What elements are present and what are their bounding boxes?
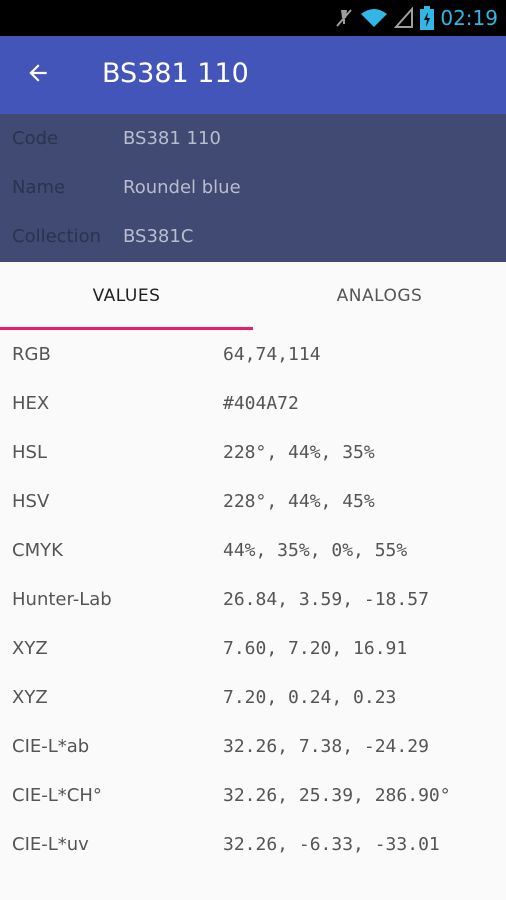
list-item[interactable]: RGB 64,74,114 [0,330,506,379]
value-text: 7.60, 7.20, 16.91 [223,638,408,659]
info-label: Code [12,128,59,149]
status-bar: 02:19 [0,0,506,36]
value-text: 32.26, 7.38, -24.29 [223,736,429,757]
tab-values[interactable]: VALUES [0,262,253,330]
tab-analogs[interactable]: ANALOGS [253,262,506,330]
value-label: XYZ [12,687,48,708]
value-label: CIE-L*CH° [12,785,102,806]
value-label: XYZ [12,638,48,659]
value-text: 228°, 44%, 45% [223,491,375,512]
value-text: 64,74,114 [223,344,321,365]
value-label: RGB [12,344,51,365]
wifi-icon [360,7,388,29]
value-label: CIE-L*uv [12,834,89,855]
app-bar: BS381 110 [0,36,506,114]
signal-icon [394,7,414,29]
value-text: 228°, 44%, 35% [223,442,375,463]
list-item[interactable]: CIE-L*CH° 32.26, 25.39, 286.90° [0,771,506,820]
arrow-back-icon [25,60,51,91]
color-info-panel: Code BS381 110 Name Roundel blue Collect… [0,114,506,262]
value-text: 44%, 35%, 0%, 55% [223,540,408,561]
page-title: BS381 110 [102,58,249,89]
status-icons: 02:19 [328,0,498,36]
value-label: HSL [12,442,47,463]
value-label: CMYK [12,540,63,561]
info-label: Name [12,177,66,198]
value-text: 32.26, 25.39, 286.90° [223,785,451,806]
tab-bar: VALUES ANALOGS [0,262,506,330]
back-button[interactable] [18,55,58,95]
info-row-code: Code BS381 110 [0,114,506,162]
info-row-collection: Collection BS381C [0,212,506,260]
list-item[interactable]: CMYK 44%, 35%, 0%, 55% [0,526,506,575]
value-label: HEX [12,393,50,414]
value-label: HSV [12,491,50,512]
info-value: Roundel blue [123,177,241,198]
list-item[interactable]: XYZ 7.60, 7.20, 16.91 [0,624,506,673]
mute-icon [334,7,354,29]
list-item[interactable]: XYZ 7.20, 0.24, 0.23 [0,673,506,722]
list-item[interactable]: HSV 228°, 44%, 45% [0,477,506,526]
info-value: BS381C [123,226,194,247]
value-label: Hunter-Lab [12,589,112,610]
battery-charging-icon [420,6,435,30]
info-label: Collection [12,226,102,247]
list-item[interactable]: CIE-L*ab 32.26, 7.38, -24.29 [0,722,506,771]
value-text: 32.26, -6.33, -33.01 [223,834,440,855]
value-text: #404A72 [223,393,299,414]
status-clock: 02:19 [440,6,498,30]
list-item[interactable]: HSL 228°, 44%, 35% [0,428,506,477]
info-row-name: Name Roundel blue [0,163,506,211]
list-item[interactable]: CIE-L*uv 32.26, -6.33, -33.01 [0,820,506,869]
list-item[interactable]: HEX #404A72 [0,379,506,428]
value-text: 7.20, 0.24, 0.23 [223,687,397,708]
list-item[interactable]: Hunter-Lab 26.84, 3.59, -18.57 [0,575,506,624]
info-value: BS381 110 [123,128,221,149]
value-text: 26.84, 3.59, -18.57 [223,589,429,610]
value-label: CIE-L*ab [12,736,90,757]
